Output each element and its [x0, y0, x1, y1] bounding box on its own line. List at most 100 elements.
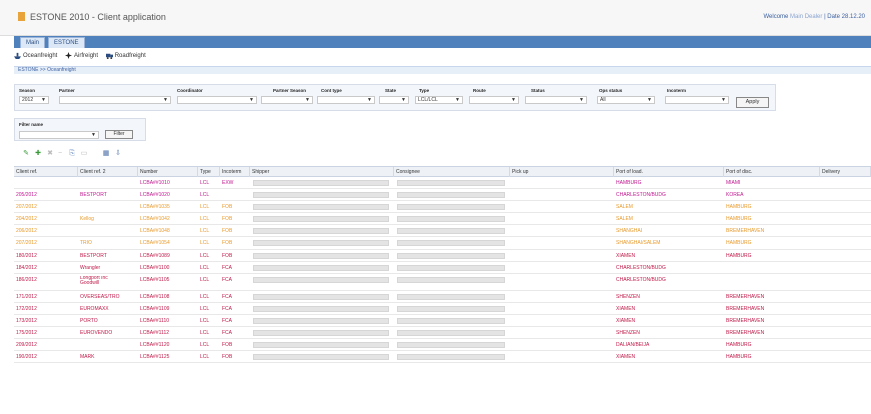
consignee-cell[interactable]	[397, 330, 505, 336]
shipper-cell[interactable]	[253, 354, 389, 360]
add-icon[interactable]: ✚	[34, 150, 42, 158]
partner-season-select[interactable]: ▼	[261, 96, 313, 104]
partner-select[interactable]: ▼	[59, 96, 171, 104]
ops-status-select[interactable]: All ▼	[597, 96, 655, 104]
filter-label-partner: Partner	[59, 88, 75, 93]
table-row[interactable]: 173/2012 PORTO LCBA##1110 LCL FCA XIAMEN BREME…	[14, 315, 871, 327]
incoterm-select[interactable]: ▼	[665, 96, 729, 104]
roadfreight-button[interactable]: Roadfreight	[105, 52, 146, 59]
shipper-cell[interactable]	[253, 318, 389, 324]
title-bar: ESTONE 2010 - Client application Welcome…	[0, 0, 871, 36]
shipper-cell[interactable]	[253, 330, 389, 336]
incoterm-cell: FCA	[222, 265, 232, 271]
table-row[interactable]: 209/2012 LCBA##1120 LCL FOB DALIAN/BEIJA HAMB…	[14, 339, 871, 351]
table-row[interactable]: 205/2012 BESTPORT LCBA##1020 LCL CHARLESTON/…	[14, 189, 871, 201]
shipper-cell[interactable]	[253, 294, 389, 300]
consignee-cell[interactable]	[397, 277, 505, 283]
consignee-cell[interactable]	[397, 253, 505, 259]
consignee-cell[interactable]	[397, 306, 505, 312]
shipper-cell[interactable]	[253, 265, 389, 271]
col-delivery[interactable]: Delivery	[820, 167, 871, 177]
table-row[interactable]: 207/2012 LCBA##1035 LCL FOB SALEM HAMBURG	[14, 201, 871, 213]
consignee-cell[interactable]	[397, 204, 505, 210]
table-row[interactable]: 184/2012 Wrangler LCBA##1100 LCL FCA CHARLEST…	[14, 262, 871, 274]
filter-name-label: Filter name	[19, 122, 44, 127]
table-row[interactable]: 172/2012 EUROMAXX LCBA##1109 LCL FCA XIAMEN BR…	[14, 303, 871, 315]
chevron-down-icon: ▼	[647, 97, 652, 103]
type-select[interactable]: LCL/LCL ▼	[415, 96, 463, 104]
filter-name-select[interactable]: ▼	[19, 131, 99, 139]
delete-icon[interactable]: ✖	[46, 150, 54, 158]
client-ref-cell: 171/2012	[16, 294, 37, 300]
table-row[interactable]: 207/2012 TRIO LCBA##1054 LCL FOB SHANGHAI/SAL…	[14, 237, 871, 250]
col-type[interactable]: Type	[198, 167, 220, 177]
cont-type-select[interactable]: ▼	[317, 96, 375, 104]
table-row[interactable]: 190/2012 MARK LCBA##1125 LCL FOB XIAMEN HAMBUR…	[14, 351, 871, 363]
airfreight-button[interactable]: Airfreight	[65, 52, 98, 59]
consignee-cell[interactable]	[397, 240, 505, 246]
table-row[interactable]: LCBA##1010 LCL EXW HAMBURG MIAMI	[14, 177, 871, 189]
route-select[interactable]: ▼	[469, 96, 519, 104]
shipper-cell[interactable]	[253, 192, 389, 198]
table-row[interactable]: 175/2012 EUROVENDO LCBA##1112 LCL FCA SHENZEN…	[14, 327, 871, 339]
season-select[interactable]: 2012 ▼	[19, 96, 49, 104]
col-client-ref[interactable]: Client ref.	[14, 167, 78, 177]
col-port-of-disc[interactable]: Port of disc.	[724, 167, 820, 177]
table-row[interactable]: 204/2012 Kellog LCBA##1042 LCL FOB SALEM HAMBU…	[14, 213, 871, 225]
type-cell: LCL	[200, 204, 210, 210]
shipper-cell[interactable]	[253, 306, 389, 312]
consignee-cell[interactable]	[397, 216, 505, 222]
user-link[interactable]: Main Dealer	[790, 14, 822, 20]
consignee-cell[interactable]	[397, 180, 505, 186]
client-ref-2-cell: MARK	[80, 354, 95, 360]
shipper-cell[interactable]	[253, 253, 389, 259]
col-pick-up[interactable]: Pick up	[510, 167, 614, 177]
consignee-cell[interactable]	[397, 265, 505, 271]
consignee-cell[interactable]	[397, 354, 505, 360]
copy-icon[interactable]: ⎘	[68, 150, 76, 158]
state-select[interactable]: ▼	[379, 96, 409, 104]
type-cell: LCL	[200, 180, 210, 186]
col-client-ref-2[interactable]: Client ref. 2	[78, 167, 138, 177]
oceanfreight-button[interactable]: Oceanfreight	[14, 52, 57, 59]
shipper-cell[interactable]	[253, 277, 389, 283]
col-number[interactable]: Number	[138, 167, 198, 177]
shipper-cell[interactable]	[253, 204, 389, 210]
table-row[interactable]: 180/2012 BESTPORT LCBA##1089 LCL FOB XIAMEN HA…	[14, 250, 871, 262]
col-consignee[interactable]: Consignee	[394, 167, 510, 177]
coordinator-select[interactable]: ▼	[177, 96, 257, 104]
shipper-cell[interactable]	[253, 228, 389, 234]
number-cell: LCBA##1035	[140, 204, 170, 210]
minus-icon[interactable]: −	[56, 150, 64, 158]
consignee-cell[interactable]	[397, 318, 505, 324]
export-icon[interactable]: ⇩	[114, 150, 122, 158]
shipper-cell[interactable]	[253, 216, 389, 222]
apply-button[interactable]: Apply	[736, 97, 769, 108]
paste-icon[interactable]: ▭	[80, 150, 88, 158]
shipper-cell[interactable]	[253, 342, 389, 348]
table-row[interactable]: 206/2012 LCBA##1048 LCL FOB SHANGHAI BREMERHA…	[14, 225, 871, 237]
tab-main[interactable]: Main	[20, 37, 46, 48]
tab-estone[interactable]: ESTONE	[48, 37, 85, 48]
filter-label-cont-type: Cont type	[321, 88, 342, 93]
filter-button[interactable]: Filter	[105, 130, 133, 139]
number-cell: LCBA##1110	[140, 318, 170, 324]
table-row[interactable]: 171/2012 OVERSEAS/TRO LCBA##1108 LCL FCA SHEN…	[14, 291, 871, 303]
filter-label-route: Route	[473, 88, 486, 93]
shipper-cell[interactable]	[253, 180, 389, 186]
col-shipper[interactable]: Shipper	[250, 167, 394, 177]
incoterm-cell: FOB	[222, 253, 233, 259]
status-select[interactable]: ▼	[525, 96, 587, 104]
col-incoterm[interactable]: Incoterm	[220, 167, 250, 177]
edit-icon[interactable]: ✎	[22, 150, 30, 158]
consignee-cell[interactable]	[397, 192, 505, 198]
client-ref-cell: 172/2012	[16, 306, 37, 312]
print-icon[interactable]: ▦	[102, 150, 110, 158]
shipper-cell[interactable]	[253, 240, 389, 246]
port-of-load-cell: CHARLESTON/BUDG	[616, 277, 666, 283]
table-row[interactable]: 186/2012 Longport Inc Goodwill LCBA##1105 LC…	[14, 274, 871, 291]
consignee-cell[interactable]	[397, 228, 505, 234]
col-port-of-load[interactable]: Port of load.	[614, 167, 724, 177]
consignee-cell[interactable]	[397, 294, 505, 300]
consignee-cell[interactable]	[397, 342, 505, 348]
